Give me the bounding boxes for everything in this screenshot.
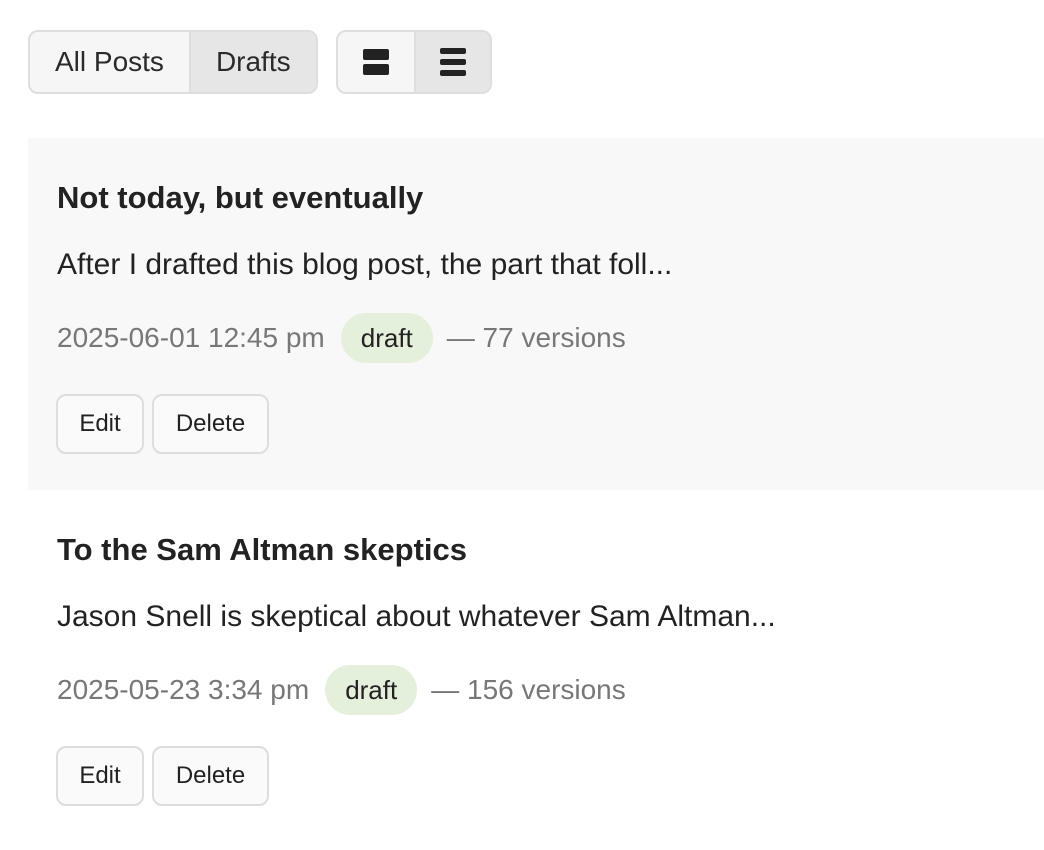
status-badge: draft (340, 313, 433, 363)
version-count: — 156 versions (431, 674, 626, 705)
post-item: Not today, but eventually After I drafte… (28, 138, 1044, 490)
post-item: To the Sam Altman skeptics Jason Snell i… (28, 490, 1044, 830)
post-meta: 2025-06-01 12:45 pm draft — 77 versions (57, 313, 626, 363)
post-title[interactable]: Not today, but eventually (57, 180, 423, 216)
status-badge: draft (325, 665, 418, 715)
post-excerpt: Jason Snell is skeptical about whatever … (57, 600, 776, 633)
compact-list-icon (439, 48, 466, 76)
delete-button[interactable]: Delete (152, 394, 269, 454)
toolbar: All Posts Drafts (28, 30, 492, 94)
post-actions: Edit Delete (56, 394, 269, 454)
edit-button[interactable]: Edit (56, 746, 144, 806)
post-title[interactable]: To the Sam Altman skeptics (57, 532, 467, 568)
compact-view-button[interactable] (413, 32, 490, 92)
edit-button[interactable]: Edit (56, 394, 144, 454)
post-meta: 2025-05-23 3:34 pm draft — 156 versions (57, 665, 626, 715)
post-filter-tabs: All Posts Drafts (28, 30, 318, 94)
post-date: 2025-05-23 3:34 pm (57, 674, 310, 705)
tab-drafts[interactable]: Drafts (188, 32, 316, 92)
view-toggle (335, 30, 492, 94)
version-count: — 77 versions (446, 322, 626, 353)
expanded-view-icon (362, 49, 389, 75)
expanded-view-button[interactable] (338, 32, 414, 92)
delete-button[interactable]: Delete (152, 746, 269, 806)
post-actions: Edit Delete (56, 746, 269, 806)
post-date: 2025-06-01 12:45 pm (57, 322, 325, 353)
post-excerpt: After I drafted this blog post, the part… (57, 248, 673, 281)
tab-all-posts[interactable]: All Posts (30, 32, 189, 92)
